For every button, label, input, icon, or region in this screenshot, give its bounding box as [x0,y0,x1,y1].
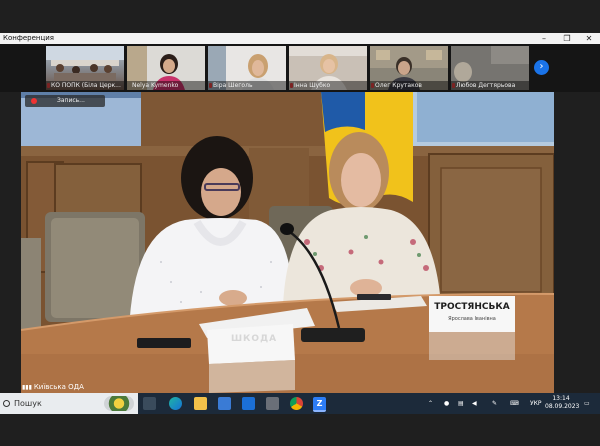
chrome-browser-icon[interactable] [290,397,303,410]
microphone-icon[interactable]: ● [444,393,449,414]
minimize-button[interactable]: – [533,33,555,44]
main-video: ШКОДА ТРОСТЯНСЬКА Ярослава Іванівна [21,92,554,393]
participant-name: Любов Дегтярьова [451,81,529,90]
notifications-icon[interactable]: ▭ [584,393,590,414]
store-icon[interactable] [218,397,231,410]
participant-tile[interactable]: Любов Дегтярьова [451,46,529,90]
clock-date: 08.09.2023 [545,403,580,410]
recording-label: Запись... [57,97,85,104]
task-view-icon[interactable] [143,397,156,410]
main-video-label: ▮▮▮ Київська ОДА [22,382,84,393]
keyboard-icon[interactable]: ⌨ [510,393,519,414]
close-button[interactable]: ✕ [578,33,600,44]
widgets-icon[interactable] [104,396,134,411]
search-icon [3,400,10,407]
file-explorer-icon[interactable] [194,397,207,410]
next-participants-button[interactable]: › [534,60,549,75]
zoom-app-icon[interactable]: Z [313,397,326,412]
participant-name: КО ПОПК (Біла Церк... [46,81,124,90]
participant-tile[interactable]: Віра Шеголь [208,46,286,90]
main-video-frame [21,92,554,393]
clock-time: 13:14 [552,395,570,402]
participant-tile[interactable]: Nelya Kymenko [127,46,205,90]
network-icon[interactable]: ▤ [458,393,464,414]
nameplate-left-text: ШКОДА [230,334,278,344]
participant-tile[interactable]: КО ПОПК (Біла Церк... [46,46,124,90]
participant-name: Інна Шубко [289,81,367,90]
edge-browser-icon[interactable] [169,397,182,410]
participant-tile[interactable]: Олег Крутаков [370,46,448,90]
participant-name: Nelya Kymenko [127,81,205,90]
system-clock[interactable]: 13:14 08.09.2023 [545,395,580,411]
window-title: Конференция [3,34,54,42]
camera-icon[interactable] [266,397,279,410]
nameplate-right-name: ТРОСТЯНСЬКА [434,302,510,312]
participant-name: Віра Шеголь [208,81,286,90]
search-label: Пошук [14,399,42,408]
mail-icon[interactable] [242,397,255,410]
signal-icon: ▮▮▮ [22,384,34,391]
record-icon [31,98,37,104]
language-indicator[interactable]: УКР [530,393,542,414]
recording-indicator[interactable]: Запись... [25,95,105,107]
participant-strip: КО ПОПК (Біла Церк... Nelya Kymenko Віра… [0,44,600,92]
volume-icon[interactable]: ◀ [472,393,477,414]
screen-bottom-border [0,414,600,446]
maximize-button[interactable]: ❐ [556,33,578,44]
os-taskbar: Пошук Z ⌃ ● ▤ ◀ ✎ ⌨ УКР 13:14 08.09.2023… [0,393,600,414]
speaker-name: Київська ОДА [33,383,84,391]
tray-chevron-icon[interactable]: ⌃ [428,393,433,414]
taskbar-search[interactable]: Пошук [0,393,138,414]
participant-name: Олег Крутаков [370,81,448,90]
participant-tile[interactable]: Інна Шубко [289,46,367,90]
pen-icon[interactable]: ✎ [492,393,497,414]
nameplate-right-subtitle: Ярослава Іванівна [448,316,496,322]
